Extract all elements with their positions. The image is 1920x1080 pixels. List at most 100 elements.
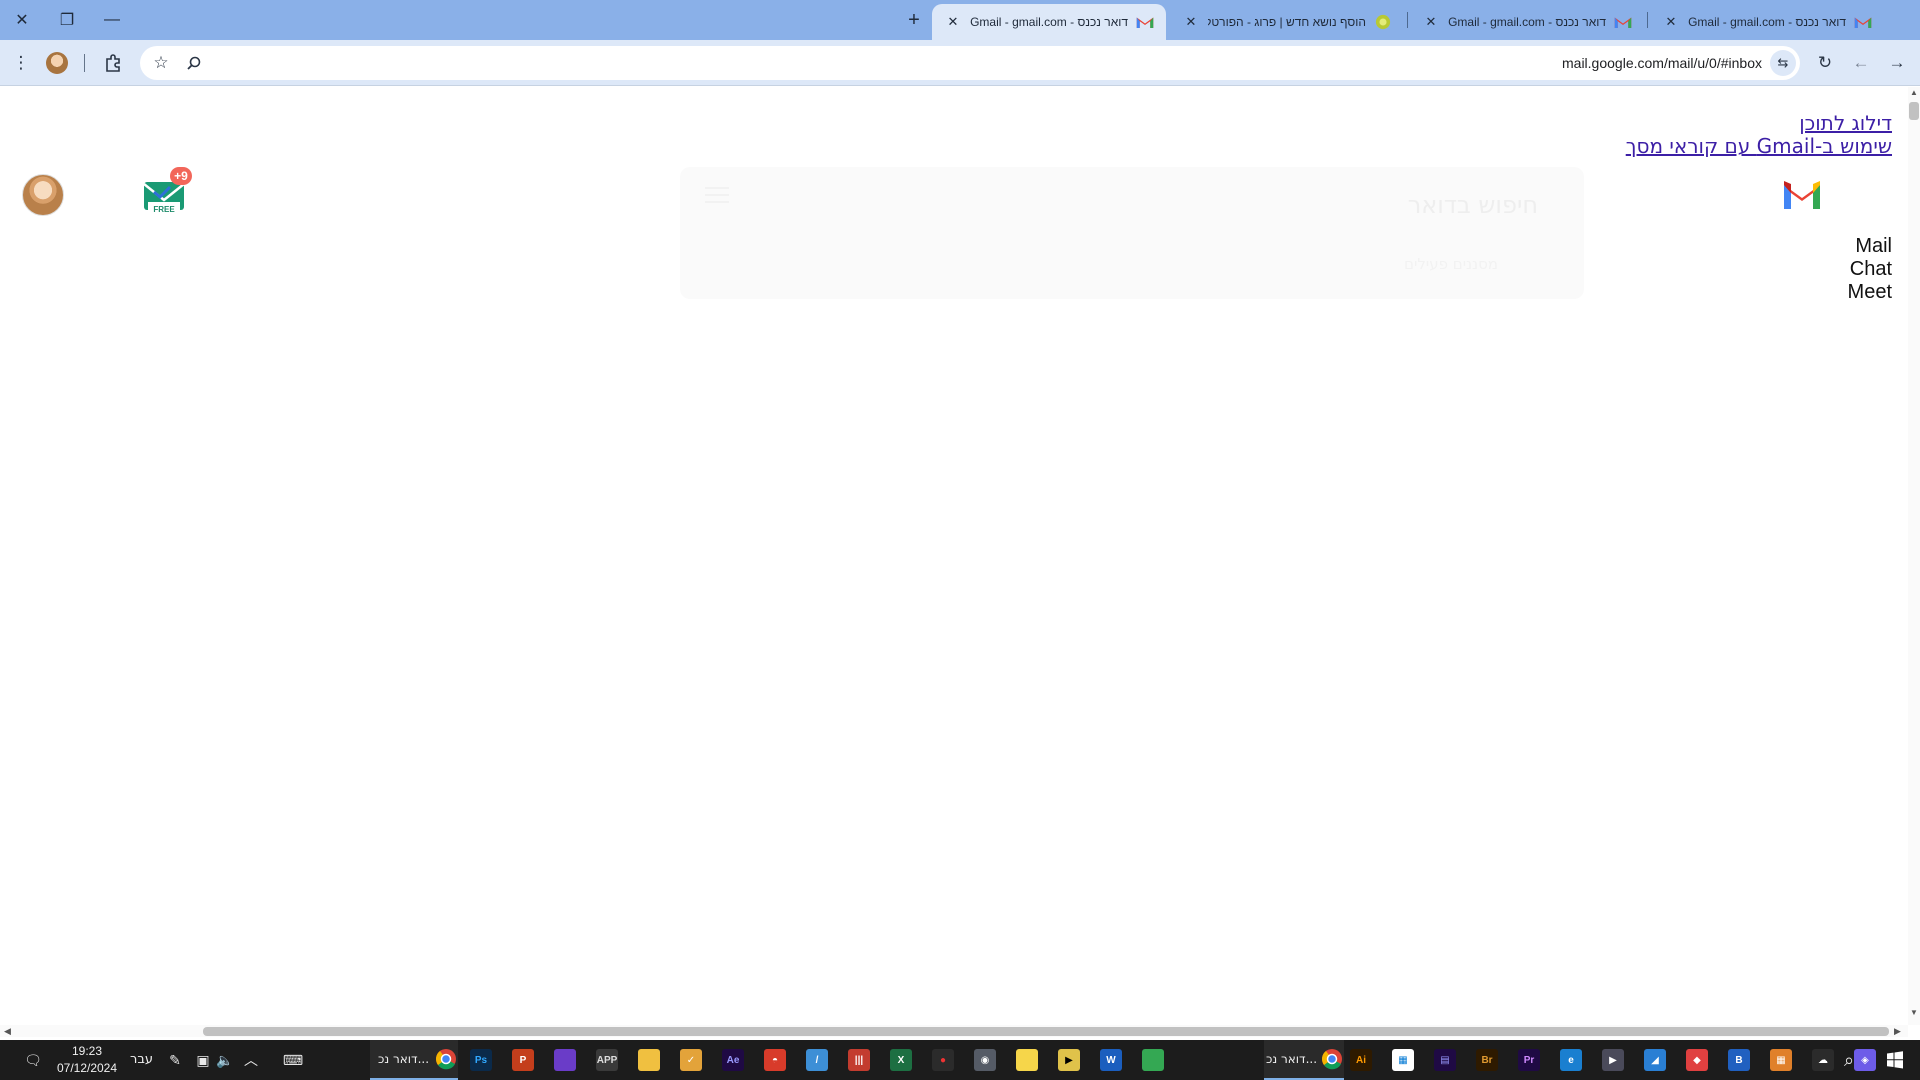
browser-menu-icon[interactable]: ⋮ bbox=[8, 50, 34, 76]
multicolor-app-icon[interactable]: ◆ bbox=[1686, 1049, 1708, 1071]
chrome-icon bbox=[436, 1049, 457, 1070]
tab-close-icon[interactable]: ✕ bbox=[944, 14, 962, 30]
scroll-up-icon[interactable]: ▲ bbox=[1910, 88, 1918, 97]
reload-icon[interactable]: ↻ bbox=[1812, 50, 1838, 76]
vertical-scrollbar[interactable] bbox=[1908, 87, 1920, 1025]
photoshop-icon[interactable]: Ps bbox=[470, 1049, 492, 1071]
clock-time: 19:23 bbox=[71, 1044, 103, 1058]
volume-icon[interactable]: 🔈 bbox=[214, 1049, 236, 1071]
taskbar-chrome-window-left[interactable]: דואר נכ... bbox=[370, 1040, 458, 1080]
word-icon[interactable]: W bbox=[1100, 1049, 1122, 1071]
scroll-right-icon[interactable]: ▶ bbox=[1894, 1026, 1901, 1037]
bookmark-star-icon[interactable]: ☆ bbox=[148, 50, 174, 76]
window-minimize-icon[interactable]: — bbox=[90, 0, 134, 40]
notification-center-icon[interactable]: 🗨 bbox=[22, 1049, 44, 1071]
search-placeholder-text: חיפוש בדואר bbox=[1407, 191, 1538, 219]
tab-close-icon[interactable]: ✕ bbox=[1662, 14, 1680, 30]
extensions-puzzle-icon[interactable] bbox=[100, 50, 126, 76]
media-player-icon[interactable]: ▶ bbox=[1058, 1049, 1080, 1071]
app-tool-icon[interactable]: APP bbox=[596, 1049, 618, 1071]
after-effects-icon[interactable]: Ae bbox=[722, 1049, 744, 1071]
url-text[interactable]: mail.google.com/mail/u/0/#inbox bbox=[1562, 55, 1762, 71]
page-content: דילוג לתוכן שימוש ב-Gmail עם קוראי מסך ח… bbox=[0, 87, 1908, 1025]
forward-arrow-icon[interactable]: → bbox=[1884, 50, 1910, 76]
excel-icon[interactable]: X bbox=[890, 1049, 912, 1071]
app-item-meet[interactable]: Meet bbox=[1848, 281, 1892, 304]
clock-date: 07/12/2024 bbox=[56, 1061, 118, 1075]
drop-app-icon[interactable] bbox=[554, 1049, 576, 1071]
tab-close-icon[interactable]: ✕ bbox=[1182, 14, 1200, 30]
tab-gmail-2[interactable]: ✕ דואר נכנס - Gmail - gmail.com@ bbox=[1410, 4, 1644, 40]
task-app-icon[interactable]: ✓ bbox=[680, 1049, 702, 1071]
window-restore-icon[interactable]: ❐ bbox=[45, 0, 89, 40]
input-language[interactable]: עבר bbox=[130, 1052, 153, 1067]
pdf-app-icon[interactable]: ◓ bbox=[764, 1049, 786, 1071]
tab-forum[interactable]: ✕ הוסף נושא חדש | פרוג - הפורטל bbox=[1170, 4, 1404, 40]
calculator-app-icon[interactable]: ▦ bbox=[1770, 1049, 1792, 1071]
account-avatar[interactable] bbox=[22, 174, 64, 216]
recorder-icon[interactable]: ● bbox=[932, 1049, 954, 1071]
tab-separator bbox=[1647, 12, 1648, 28]
scroll-down-icon[interactable]: ▼ bbox=[1910, 1008, 1918, 1017]
illustrator-icon[interactable]: Ai bbox=[1350, 1049, 1372, 1071]
taskbar-task-label: דואר נכ... bbox=[1266, 1052, 1318, 1066]
b-app-icon[interactable]: B bbox=[1728, 1049, 1750, 1071]
premiere-pro-alt-icon[interactable]: ▤ bbox=[1434, 1049, 1456, 1071]
chrome-icon[interactable] bbox=[1142, 1049, 1164, 1071]
gmail-favicon-icon bbox=[1136, 17, 1154, 28]
tab-close-icon[interactable]: ✕ bbox=[1422, 14, 1440, 30]
profile-avatar-icon[interactable] bbox=[46, 52, 68, 74]
back-arrow-icon[interactable]: ← bbox=[1848, 50, 1874, 76]
draw-app-icon[interactable]: / bbox=[806, 1049, 828, 1071]
powerpoint-icon[interactable]: P bbox=[512, 1049, 534, 1071]
vertical-scrollbar-thumb[interactable] bbox=[1909, 102, 1919, 120]
tab-title: דואר נכנס - Gmail - gmail.com@ bbox=[1448, 15, 1606, 29]
app-item-mail[interactable]: Mail bbox=[1848, 235, 1892, 258]
camera-icon[interactable]: ▣ bbox=[192, 1049, 214, 1071]
taskbar-task-label: דואר נכ... bbox=[378, 1052, 430, 1066]
bridge-icon[interactable]: Br bbox=[1476, 1049, 1498, 1071]
site-settings-icon[interactable]: ⇆ bbox=[1770, 50, 1796, 76]
photos-icon[interactable]: ◢ bbox=[1644, 1049, 1666, 1071]
edge-icon[interactable]: e bbox=[1560, 1049, 1582, 1071]
new-tab-icon[interactable]: + bbox=[900, 6, 928, 34]
capture-app-icon[interactable]: ◉ bbox=[974, 1049, 996, 1071]
window-close-icon[interactable]: ✕ bbox=[0, 0, 44, 40]
app-switcher-list: Mail Chat Meet bbox=[1848, 235, 1892, 304]
premiere-pro-icon[interactable]: Pr bbox=[1518, 1049, 1540, 1071]
file-explorer-icon[interactable] bbox=[638, 1049, 660, 1071]
app-item-chat[interactable]: Chat bbox=[1848, 258, 1892, 281]
horizontal-scrollbar-thumb[interactable] bbox=[203, 1027, 1889, 1036]
store-icon[interactable]: ▦ bbox=[1392, 1049, 1414, 1071]
tab-gmail-3[interactable]: ✕ דואר נכנס - Gmail - gmail.com@ bbox=[1650, 4, 1884, 40]
forum-favicon-icon bbox=[1375, 14, 1391, 30]
weather-app-icon[interactable]: ☁ bbox=[1812, 1049, 1834, 1071]
skip-to-content-link[interactable]: דילוג לתוכן bbox=[1799, 111, 1892, 135]
address-bar[interactable] bbox=[140, 46, 1800, 80]
chrome-icon bbox=[1322, 1049, 1343, 1070]
pen-icon[interactable]: ✎ bbox=[164, 1049, 186, 1071]
hamburger-menu-icon bbox=[705, 187, 729, 205]
toolbar-divider bbox=[84, 54, 85, 72]
tab-gmail-active[interactable]: ✕ דואר נכנס - Gmail - gmail.com@ bbox=[932, 4, 1166, 40]
gmail-logo-icon[interactable] bbox=[1781, 179, 1823, 211]
gmail-favicon-icon bbox=[1614, 17, 1632, 28]
gmail-favicon-icon bbox=[1854, 17, 1872, 28]
tray-chevron-up-icon[interactable]: ︿ bbox=[240, 1049, 262, 1071]
sticky-notes-icon[interactable] bbox=[1016, 1049, 1038, 1071]
search-lens-icon[interactable] bbox=[181, 50, 207, 76]
search-bar-placeholder bbox=[680, 167, 1584, 299]
taskbar-chrome-window-right[interactable]: דואר נכ... bbox=[1264, 1040, 1344, 1080]
keyboard-icon[interactable]: ⌨ bbox=[282, 1049, 304, 1071]
windows-start-icon[interactable] bbox=[1884, 1049, 1906, 1071]
screen-reader-link[interactable]: שימוש ב-Gmail עם קוראי מסך bbox=[1626, 134, 1892, 158]
play-app-icon[interactable]: ▶ bbox=[1602, 1049, 1624, 1071]
tab-title: הוסף נושא חדש | פרוג - הפורטל bbox=[1208, 15, 1366, 29]
extension-free-label: FREE bbox=[153, 205, 175, 214]
taskbar-clock[interactable]: 19:23 07/12/2024 bbox=[52, 1043, 122, 1077]
search-icon[interactable]: ⌕ bbox=[1838, 1049, 1860, 1071]
scroll-left-icon[interactable]: ◀ bbox=[4, 1026, 11, 1037]
bars-app-icon[interactable]: ||| bbox=[848, 1049, 870, 1071]
filter-placeholder-text: מסננים פעילים bbox=[1404, 255, 1498, 273]
tab-separator bbox=[1407, 12, 1408, 28]
